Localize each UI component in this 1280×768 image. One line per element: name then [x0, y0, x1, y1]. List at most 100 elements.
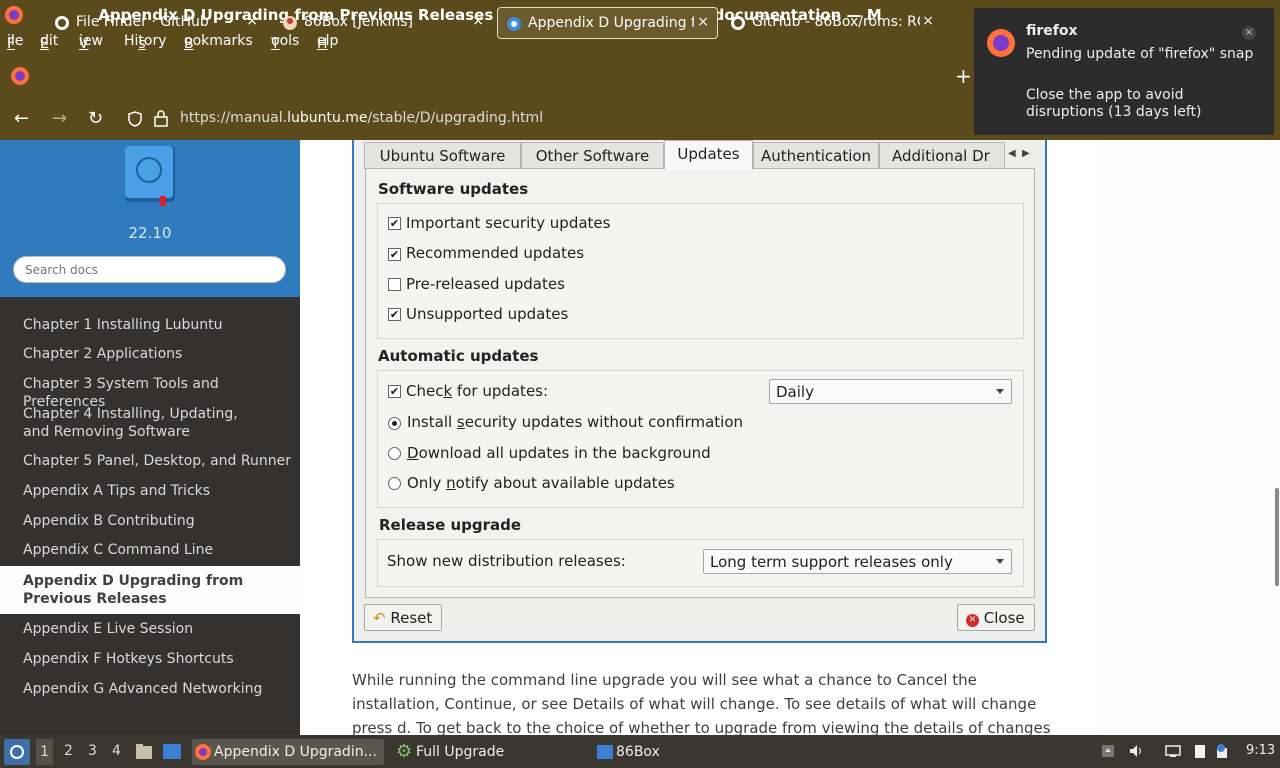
sidebar-item-appendix-d[interactable]: Appendix D Upgrading from Previous Relea… [0, 566, 300, 614]
chevron-down-icon [996, 389, 1004, 394]
pre-released-checkbox[interactable] [388, 278, 401, 291]
github-icon [731, 16, 745, 30]
sidebar-item-appendix-f[interactable]: Appendix F Hotkeys Shortcuts [23, 650, 293, 668]
tab-ubuntu-software[interactable]: Ubuntu Software [364, 142, 521, 169]
taskbar-task-86box[interactable]: 86Box [594, 739, 784, 765]
tab-github-roms[interactable]: GitHub - 86Box/roms: RO × [722, 7, 942, 39]
clipboard-icon[interactable] [1192, 743, 1208, 759]
jenkins-icon [283, 16, 297, 30]
unsupported-checkbox[interactable]: ✔ [388, 308, 401, 321]
taskbar: 1 2 3 4 Appendix D Upgradin... ⚙ Full Up… [0, 735, 1280, 768]
chevron-left-icon[interactable]: ◀ [1008, 148, 1016, 159]
workspace-2[interactable]: 2 [64, 743, 73, 759]
firefox-icon [195, 744, 211, 760]
new-tab-button[interactable]: + [955, 64, 972, 88]
check-for-updates-label: Check for updates: [406, 382, 549, 400]
window-icon [597, 745, 613, 759]
close-icon[interactable]: × [922, 13, 934, 29]
taskbar-task-full-upgrade[interactable]: ⚙ Full Upgrade [394, 739, 584, 765]
notification-message: Pending update of "firefox" snap [1026, 46, 1254, 62]
workspace-3[interactable]: 3 [88, 743, 97, 759]
url-bar[interactable]: https://manual.lubuntu.me/stable/D/upgra… [180, 110, 543, 126]
install-security-label: Install security updates without confirm… [407, 413, 744, 431]
sidebar-item-chapter-2[interactable]: Chapter 2 Applications [23, 345, 293, 363]
sidebar-item-appendix-b[interactable]: Appendix B Contributing [23, 512, 293, 530]
software-updates-heading: Software updates [378, 180, 529, 198]
gear-icon: ⚙ [396, 741, 413, 762]
workspace-4[interactable]: 4 [112, 743, 121, 759]
taskbar-task-firefox[interactable]: Appendix D Upgradin... [192, 739, 384, 765]
recommended-label: Recommended updates [406, 244, 585, 262]
volume-icon[interactable] [1128, 743, 1144, 759]
lock-icon[interactable] [154, 110, 168, 127]
tab-86box-jenkins[interactable]: 86Box [Jenkins] × [274, 7, 492, 39]
tab-scroll-arrows: ◀ ▶ [1005, 144, 1035, 166]
sidebar-item-appendix-a[interactable]: Appendix A Tips and Tricks [23, 482, 293, 500]
notification-close-button[interactable]: × [1242, 26, 1256, 40]
close-icon: ✕ [966, 614, 979, 627]
important-security-label: Important security updates [406, 214, 611, 232]
sidebar-item-chapter-1[interactable]: Chapter 1 Installing Lubuntu [23, 316, 293, 334]
tab-authentication[interactable]: Authentication [753, 142, 879, 169]
important-security-checkbox[interactable]: ✔ [388, 217, 401, 230]
github-icon [55, 16, 69, 30]
sidebar-item-appendix-e[interactable]: Appendix E Live Session [23, 620, 293, 638]
sidebar-item-chapter-5[interactable]: Chapter 5 Panel, Desktop, and Runner [23, 452, 293, 470]
sidebar-item-appendix-c[interactable]: Appendix C Command Line [23, 541, 293, 559]
dialog-tabs: Ubuntu Software Other Software Updates A… [364, 140, 1036, 170]
book-logo-icon[interactable] [122, 144, 178, 208]
reload-icon[interactable]: ↻ [88, 108, 103, 129]
show-releases-label: Show new distribution releases: [387, 552, 626, 570]
recommended-checkbox[interactable]: ✔ [388, 248, 401, 261]
release-upgrade-heading: Release upgrade [379, 516, 522, 534]
chevron-right-icon[interactable]: ▶ [1022, 148, 1030, 159]
reset-button[interactable]: ↶ Reset [364, 604, 442, 631]
automatic-updates-heading: Automatic updates [378, 347, 539, 365]
update-notifier-icon[interactable] [1214, 743, 1230, 759]
install-security-radio[interactable] [388, 417, 401, 430]
docs-version: 22.10 [128, 224, 172, 242]
notification-detail: Close the app to avoid disruptions (13 d… [1026, 87, 1202, 120]
search-docs-input[interactable] [13, 256, 286, 283]
check-for-updates-checkbox[interactable]: ✔ [388, 385, 401, 398]
notification-app: firefox [1026, 23, 1078, 39]
download-all-label: Download all updates in the background [407, 444, 711, 462]
eject-icon[interactable] [1100, 743, 1116, 759]
update-frequency-select[interactable]: Daily [769, 379, 1012, 404]
close-icon[interactable]: × [697, 14, 709, 30]
back-icon[interactable]: ← [14, 108, 29, 129]
close-icon[interactable]: × [246, 13, 258, 29]
file-manager-icon[interactable] [135, 743, 153, 760]
network-icon[interactable] [1165, 743, 1181, 759]
tab-file-finder[interactable]: File Finder · GitHub × [46, 7, 266, 39]
menu-file[interactable]: File [7, 33, 23, 52]
tab-additional-drivers[interactable]: Additional Dr [879, 142, 1005, 169]
close-button[interactable]: ✕ Close [957, 604, 1035, 631]
undo-icon: ↶ [373, 609, 386, 627]
chevron-down-icon [996, 559, 1004, 564]
page-scrollbar[interactable] [1275, 488, 1279, 586]
sidebar-item-appendix-g[interactable]: Appendix G Advanced Networking [23, 680, 293, 698]
only-notify-label: Only notify about available updates [407, 474, 675, 492]
lubuntu-icon [507, 17, 521, 31]
update-notification[interactable]: firefox × Pending update of "firefox" sn… [974, 8, 1274, 135]
lubuntu-logo-icon [10, 745, 24, 759]
firefox-icon [987, 29, 1015, 57]
workspace-1[interactable]: 1 [36, 739, 53, 765]
only-notify-radio[interactable] [388, 477, 401, 490]
sidebar-item-chapter-4[interactable]: Chapter 4 Installing, Updating, and Remo… [23, 405, 263, 441]
close-icon[interactable]: × [472, 13, 484, 29]
pre-released-label: Pre-released updates [406, 275, 565, 293]
firefox-view-icon[interactable] [10, 66, 30, 86]
tab-updates[interactable]: Updates [664, 140, 753, 170]
content-gutter [1100, 140, 1280, 735]
download-all-radio[interactable] [388, 447, 401, 460]
tab-appendix-d[interactable]: Appendix D Upgrading fr × [497, 7, 718, 39]
desktop-icon[interactable] [162, 743, 182, 760]
forward-icon[interactable]: → [52, 108, 67, 129]
tab-other-software[interactable]: Other Software [521, 142, 664, 169]
start-menu-button[interactable] [4, 739, 30, 765]
clock[interactable]: 9:13 [1246, 743, 1275, 758]
release-type-select[interactable]: Long term support releases only [703, 549, 1012, 574]
shield-icon[interactable] [127, 111, 143, 127]
